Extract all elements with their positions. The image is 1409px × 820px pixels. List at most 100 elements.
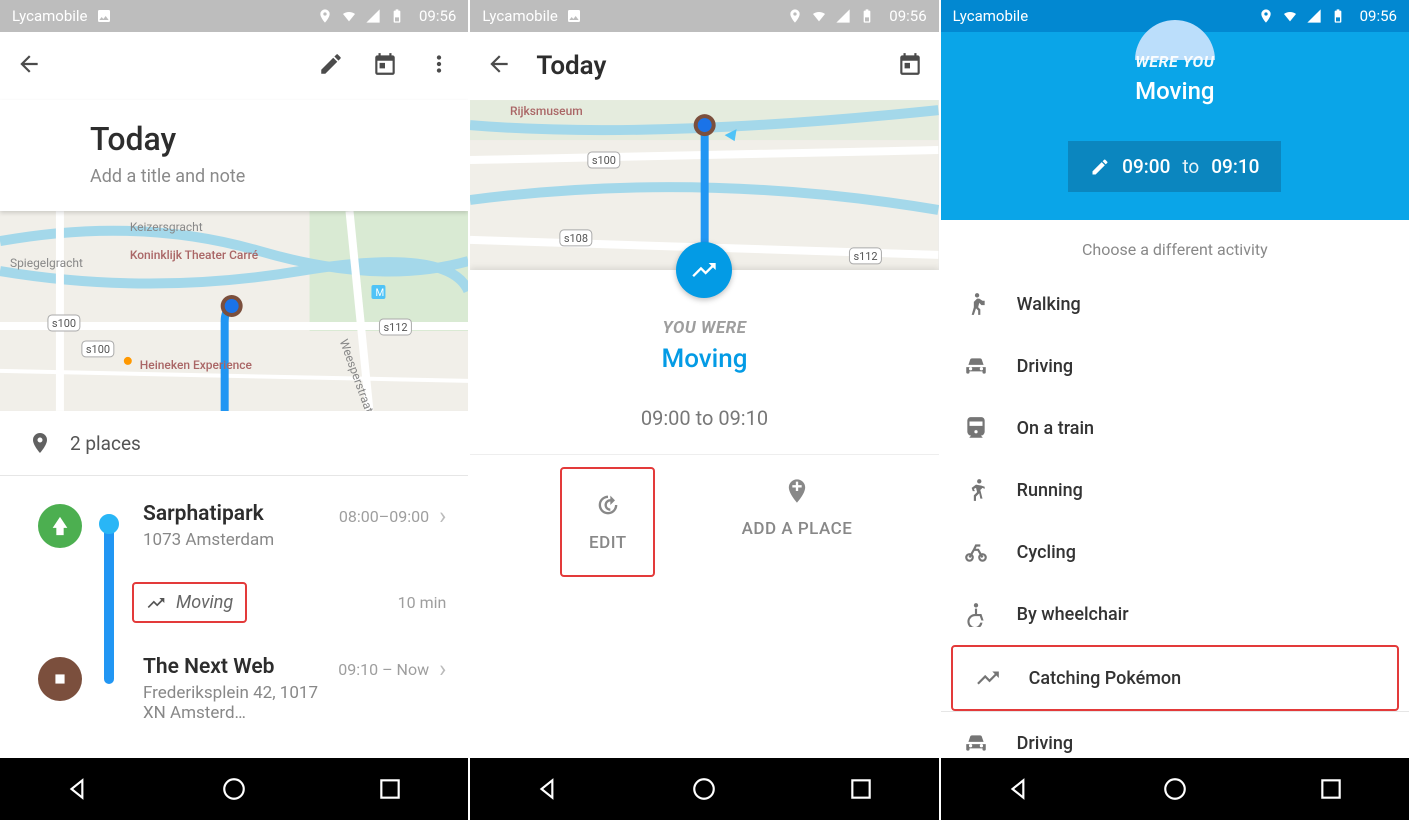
day-header-card[interactable]: Today Add a title and note <box>0 100 468 211</box>
activity-label: Walking <box>1017 294 1081 315</box>
screen-3-choose-activity: Lycamobile 09:56 WERE YOU Moving 09:00 t… <box>941 0 1409 820</box>
time-to: to <box>1182 155 1199 178</box>
moving-segment[interactable]: Moving 10 min <box>0 566 468 639</box>
nav-back-icon[interactable] <box>1006 776 1032 802</box>
activity-panel: YOU WERE Moving 09:00 to 09:10 EDIT ADD … <box>470 270 938 758</box>
timeline-entry-start[interactable]: Sarphatipark 1073 Amsterdam 08:00–09:00 … <box>0 486 468 566</box>
back-button[interactable] <box>12 47 46 85</box>
screen-2-activity-detail: Lycamobile 09:56 Today <box>470 0 938 820</box>
add-place-icon <box>783 477 811 505</box>
calendar-icon <box>372 51 398 77</box>
entry-title: The Next Web <box>143 655 338 679</box>
back-button[interactable] <box>482 47 516 85</box>
nav-recent-icon[interactable] <box>848 776 874 802</box>
calendar-button[interactable] <box>893 47 927 85</box>
status-time: 09:56 <box>419 7 456 25</box>
nav-back-icon[interactable] <box>65 776 91 802</box>
battery-icon <box>859 8 875 24</box>
nav-recent-icon[interactable] <box>377 776 403 802</box>
edit-button[interactable]: EDIT <box>560 467 655 577</box>
nav-recent-icon[interactable] <box>1318 776 1344 802</box>
wifi-icon <box>1282 8 1298 24</box>
nav-home-icon[interactable] <box>691 776 717 802</box>
time-range: 09:00 to 09:10 <box>641 406 768 430</box>
park-icon <box>38 504 82 548</box>
add-place-label: ADD A PLACE <box>742 519 853 539</box>
svg-text:s100: s100 <box>52 317 76 330</box>
location-icon <box>787 8 803 24</box>
activity-name: Moving <box>661 344 747 374</box>
appbar <box>0 32 468 100</box>
screen-1-timeline: Lycamobile 09:56 Today Add a title and n… <box>0 0 468 820</box>
places-summary[interactable]: 2 places <box>0 411 468 476</box>
overflow-button[interactable] <box>422 47 456 85</box>
status-bar: Lycamobile 09:56 <box>470 0 938 32</box>
activity-pokemon[interactable]: Catching Pokémon <box>951 645 1399 711</box>
map-label: Rijksmuseum <box>510 104 583 118</box>
dot-icon <box>99 514 119 534</box>
activity-label: Running <box>1017 480 1083 501</box>
chevron-right-icon: › <box>439 655 446 683</box>
activity-wheelchair[interactable]: By wheelchair <box>941 583 1409 645</box>
pencil-icon <box>318 51 344 77</box>
place-icon <box>28 431 52 455</box>
svg-text:s100: s100 <box>86 343 110 356</box>
map-label: Heineken Experience <box>140 358 253 372</box>
appbar-title: Today <box>536 51 872 81</box>
timeline-entry-end[interactable]: The Next Web Frederiksplein 42, 1017 XN … <box>0 639 468 739</box>
location-icon <box>317 8 333 24</box>
android-navbar <box>470 758 938 820</box>
trend-icon <box>690 256 718 284</box>
location-icon <box>1258 8 1274 24</box>
android-navbar <box>941 758 1409 820</box>
arrow-back-icon <box>16 51 42 77</box>
signal-icon <box>365 8 381 24</box>
svg-text:s112: s112 <box>383 321 407 334</box>
activity-running[interactable]: Running <box>941 459 1409 521</box>
current-activity: Moving <box>1135 77 1214 105</box>
battery-icon <box>389 8 405 24</box>
moving-chip[interactable]: Moving <box>132 582 247 623</box>
more-vert-icon <box>426 51 452 77</box>
activity-driving[interactable]: Driving <box>941 335 1409 397</box>
trend-icon <box>975 665 1001 691</box>
activity-train[interactable]: On a train <box>941 397 1409 459</box>
nav-back-icon[interactable] <box>535 776 561 802</box>
nav-home-icon[interactable] <box>1162 776 1188 802</box>
android-navbar <box>0 758 468 820</box>
car-icon <box>963 353 989 379</box>
activity-label: Driving <box>1017 733 1073 754</box>
activity-cycling[interactable]: Cycling <box>941 521 1409 583</box>
timeline: Sarphatipark 1073 Amsterdam 08:00–09:00 … <box>0 476 468 758</box>
activity-walking[interactable]: Walking <box>941 273 1409 335</box>
suggestion-driving[interactable]: Driving <box>941 712 1409 758</box>
activity-label: Driving <box>1017 356 1073 377</box>
chevron-right-icon: › <box>439 502 446 530</box>
svg-text:M: M <box>375 288 384 299</box>
calendar-button[interactable] <box>368 47 402 85</box>
time-chip[interactable]: 09:00 to 09:10 <box>1068 141 1281 192</box>
time-end: 09:10 <box>1211 155 1259 178</box>
choose-label: Choose a different activity <box>941 220 1409 273</box>
calendar-icon <box>897 51 923 77</box>
activity-icon <box>676 242 732 298</box>
places-count: 2 places <box>70 432 141 455</box>
battery-icon <box>1330 8 1346 24</box>
activity-label: By wheelchair <box>1017 604 1129 625</box>
arrow-back-icon <box>486 51 512 77</box>
wheelchair-icon <box>963 601 989 627</box>
edit-button[interactable] <box>314 47 348 85</box>
activity-label: On a train <box>1017 418 1094 439</box>
run-icon <box>963 477 989 503</box>
moving-label: Moving <box>176 592 233 613</box>
nav-home-icon[interactable] <box>221 776 247 802</box>
add-place-button[interactable]: ADD A PLACE <box>655 455 938 589</box>
map[interactable]: Keizersgracht Koninklijk Theater Carré S… <box>0 211 468 411</box>
status-time: 09:56 <box>889 7 926 25</box>
were-you-label: WERE YOU <box>1135 52 1214 71</box>
carrier-label: Lycamobile <box>12 7 88 25</box>
entry-time: 09:10 – Now <box>338 660 429 679</box>
carrier-label: Lycamobile <box>482 7 558 25</box>
bike-icon <box>963 539 989 565</box>
svg-text:s100: s100 <box>592 154 616 167</box>
